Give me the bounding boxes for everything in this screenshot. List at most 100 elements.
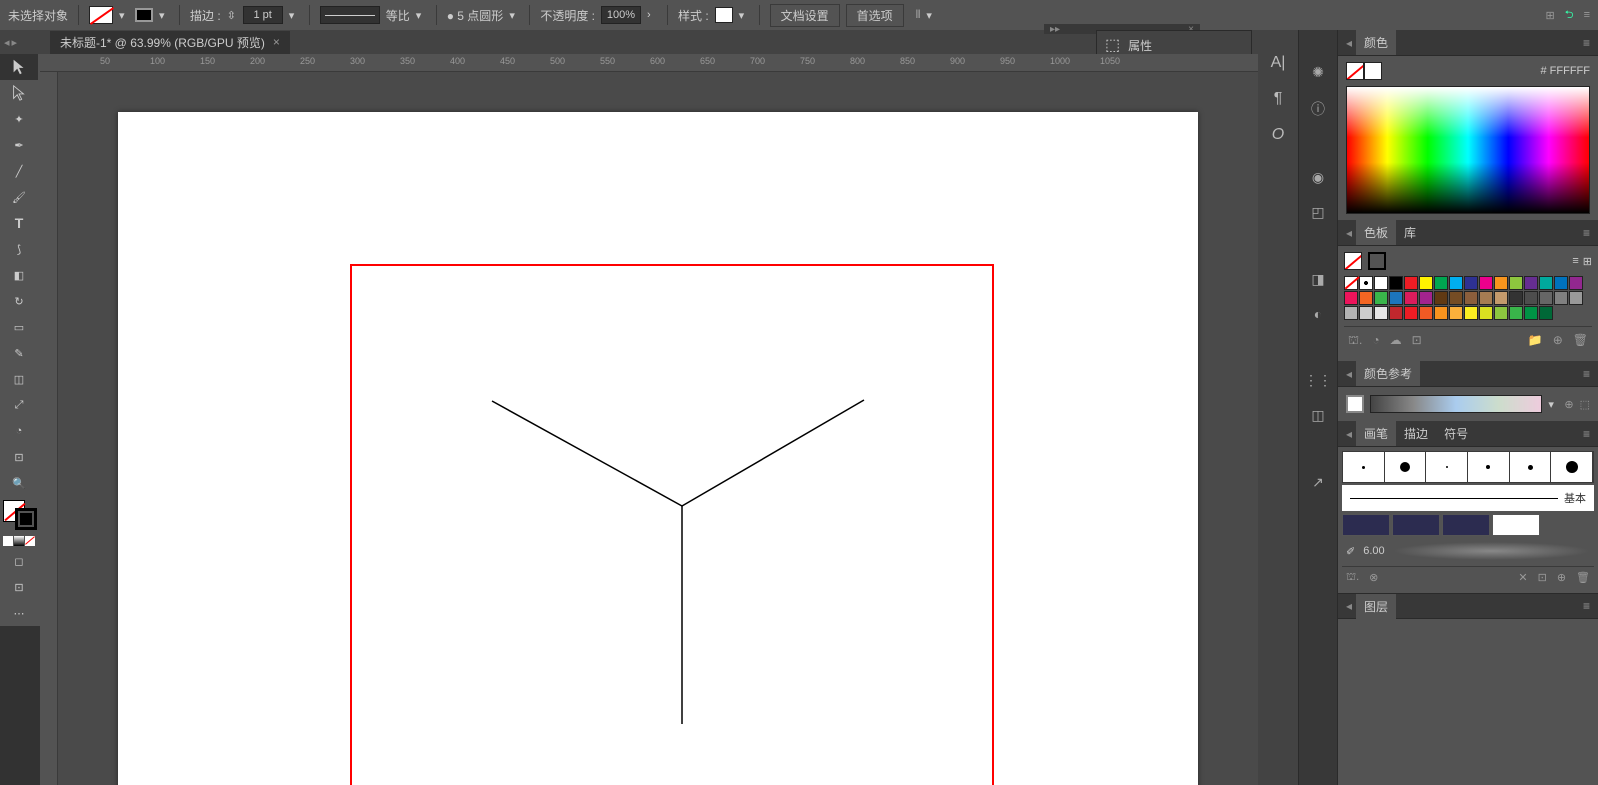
eyedropper-tool[interactable]: ✎ (0, 340, 38, 366)
brush-preset[interactable] (1343, 452, 1385, 482)
brush-preset[interactable] (1510, 452, 1552, 482)
swatch-item[interactable] (1539, 276, 1553, 290)
swatch-item[interactable] (1464, 276, 1478, 290)
transparency-icon[interactable]: ◨ (1311, 271, 1324, 288)
swatch-item[interactable] (1389, 306, 1403, 320)
swatch-item[interactable] (1434, 291, 1448, 305)
prev-tab-icon[interactable]: ◂ (4, 36, 10, 49)
swatch-item[interactable] (1539, 291, 1553, 305)
opacity-input[interactable] (601, 6, 641, 24)
eraser-tool[interactable]: ◧ (0, 262, 38, 288)
color-tab[interactable]: 颜色 (1356, 30, 1396, 55)
appearance-icon[interactable]: ◉ (1312, 169, 1324, 186)
sw-stroke[interactable] (1368, 252, 1386, 270)
stroke-profile[interactable] (320, 6, 380, 24)
swatch-item[interactable] (1404, 276, 1418, 290)
menu-icon[interactable]: ≡ (1584, 9, 1590, 21)
swatch-options-icon[interactable]: ⊡ (1412, 333, 1422, 349)
align-icon[interactable]: ⫴ (916, 9, 921, 22)
character-panel-icon[interactable]: A| (1271, 54, 1286, 72)
swatch-cloud-icon[interactable]: ☁ (1390, 333, 1402, 349)
swatch-item[interactable] (1374, 306, 1388, 320)
rotate-tool[interactable]: ↻ (0, 288, 38, 314)
delete-swatch-icon[interactable]: 🗑 (1573, 333, 1588, 349)
panel-menu-icon[interactable]: ≡ (1583, 226, 1590, 240)
direct-selection-tool[interactable] (0, 80, 38, 106)
symbols-tab[interactable]: 符号 (1436, 421, 1476, 446)
brush-preset[interactable] (1426, 452, 1468, 482)
links-icon[interactable]: ↗ (1312, 474, 1324, 491)
brush-tool[interactable]: 🖌 (0, 184, 38, 210)
brushes-tab[interactable]: 画笔 (1356, 421, 1396, 446)
harmony-gradient[interactable] (1370, 395, 1542, 413)
gradient-icon[interactable]: ◐ (1314, 306, 1322, 322)
opentype-panel-icon[interactable]: O (1272, 126, 1284, 144)
preferences-button[interactable]: 首选项 (846, 4, 904, 27)
swatch-item[interactable] (1509, 306, 1523, 320)
panel-menu-icon[interactable]: ≡ (1583, 36, 1590, 50)
panel-menu-icon[interactable]: ≡ (1583, 367, 1590, 381)
workspace-icon[interactable]: ⮌ (1565, 6, 1574, 25)
swatch-item[interactable] (1494, 306, 1508, 320)
panel-menu-icon[interactable]: ≡ (1583, 599, 1590, 613)
swatch-item[interactable] (1464, 291, 1478, 305)
arc-tool[interactable]: ⟆ (0, 236, 38, 262)
art-brush[interactable] (1492, 514, 1540, 536)
new-brush-icon2[interactable]: ⊕ (1557, 571, 1566, 585)
swatch-item[interactable] (1524, 291, 1538, 305)
arrange-docs-icon[interactable]: ⊞ (1546, 9, 1555, 22)
art-brush[interactable] (1442, 514, 1490, 536)
swatch-registration[interactable] (1359, 276, 1373, 290)
graphic-style[interactable] (715, 7, 733, 23)
swatch-item[interactable] (1419, 291, 1433, 305)
delete-brush-icon[interactable]: 🗑 (1576, 571, 1590, 585)
new-brush-icon[interactable]: ⊡ (1538, 571, 1547, 585)
swatch-item[interactable] (1569, 276, 1583, 290)
swatch-item[interactable] (1479, 276, 1493, 290)
swatch-item[interactable] (1434, 306, 1448, 320)
grid-view-icon[interactable]: ⊞ (1583, 255, 1592, 268)
swatch-item[interactable] (1554, 276, 1568, 290)
align-icon[interactable]: ⋮⋮ (1304, 372, 1332, 389)
swatch-item[interactable] (1449, 276, 1463, 290)
swatch-libraries-icon[interactable]: ⛫. (1348, 333, 1362, 349)
scale-tool[interactable]: ⤢ (0, 392, 38, 418)
brush-options-icon[interactable]: ✕ (1518, 571, 1527, 585)
gradient-tool[interactable]: ◫ (0, 366, 38, 392)
fill-color-swatch[interactable] (1346, 62, 1364, 80)
screen-mode[interactable]: ⊡ (0, 574, 38, 600)
more-tools[interactable]: ⋯ (0, 600, 38, 626)
brush-remove-icon[interactable]: ⊗ (1369, 571, 1378, 585)
collapse-arrows-icon[interactable]: ▸▸ (1050, 24, 1060, 35)
swatches-tab[interactable]: 色板 (1356, 220, 1396, 245)
swatch-item[interactable] (1479, 291, 1493, 305)
stroke-stepper[interactable]: ⇳ (227, 9, 237, 22)
libraries-tab[interactable]: 库 (1396, 220, 1424, 245)
selection-tool[interactable] (0, 54, 38, 80)
pathfinder-icon[interactable]: ◫ (1311, 407, 1324, 424)
shape-builder-tool[interactable]: ◔ (0, 418, 38, 444)
swatch-item[interactable] (1404, 291, 1418, 305)
pen-tool[interactable]: ✒ (0, 132, 38, 158)
zoom-tool[interactable]: 🔍 (0, 470, 38, 496)
swatch-item[interactable] (1344, 291, 1358, 305)
swatch-item[interactable] (1344, 306, 1358, 320)
swatch-item[interactable] (1569, 291, 1583, 305)
stroke-dropdown[interactable]: ▾ (159, 9, 169, 22)
swatch-item[interactable] (1524, 276, 1538, 290)
swatch-item[interactable] (1464, 306, 1478, 320)
swatch-item[interactable] (1509, 276, 1523, 290)
layers-tab[interactable]: 图层 (1356, 594, 1396, 619)
cube-icon[interactable]: ⬚ (1105, 35, 1120, 55)
swatch-item[interactable] (1509, 291, 1523, 305)
stroke-color[interactable] (15, 508, 37, 530)
swatch-item[interactable] (1359, 306, 1373, 320)
swatch-item[interactable] (1359, 291, 1373, 305)
brush-preset[interactable] (1468, 452, 1510, 482)
swatch-item[interactable] (1449, 306, 1463, 320)
swatch-item[interactable] (1419, 306, 1433, 320)
type-tool[interactable]: T (0, 210, 38, 236)
next-tab-icon[interactable]: ▸ (12, 36, 18, 49)
swatch-item[interactable] (1419, 276, 1433, 290)
info-icon[interactable]: ⓘ (1311, 99, 1325, 119)
